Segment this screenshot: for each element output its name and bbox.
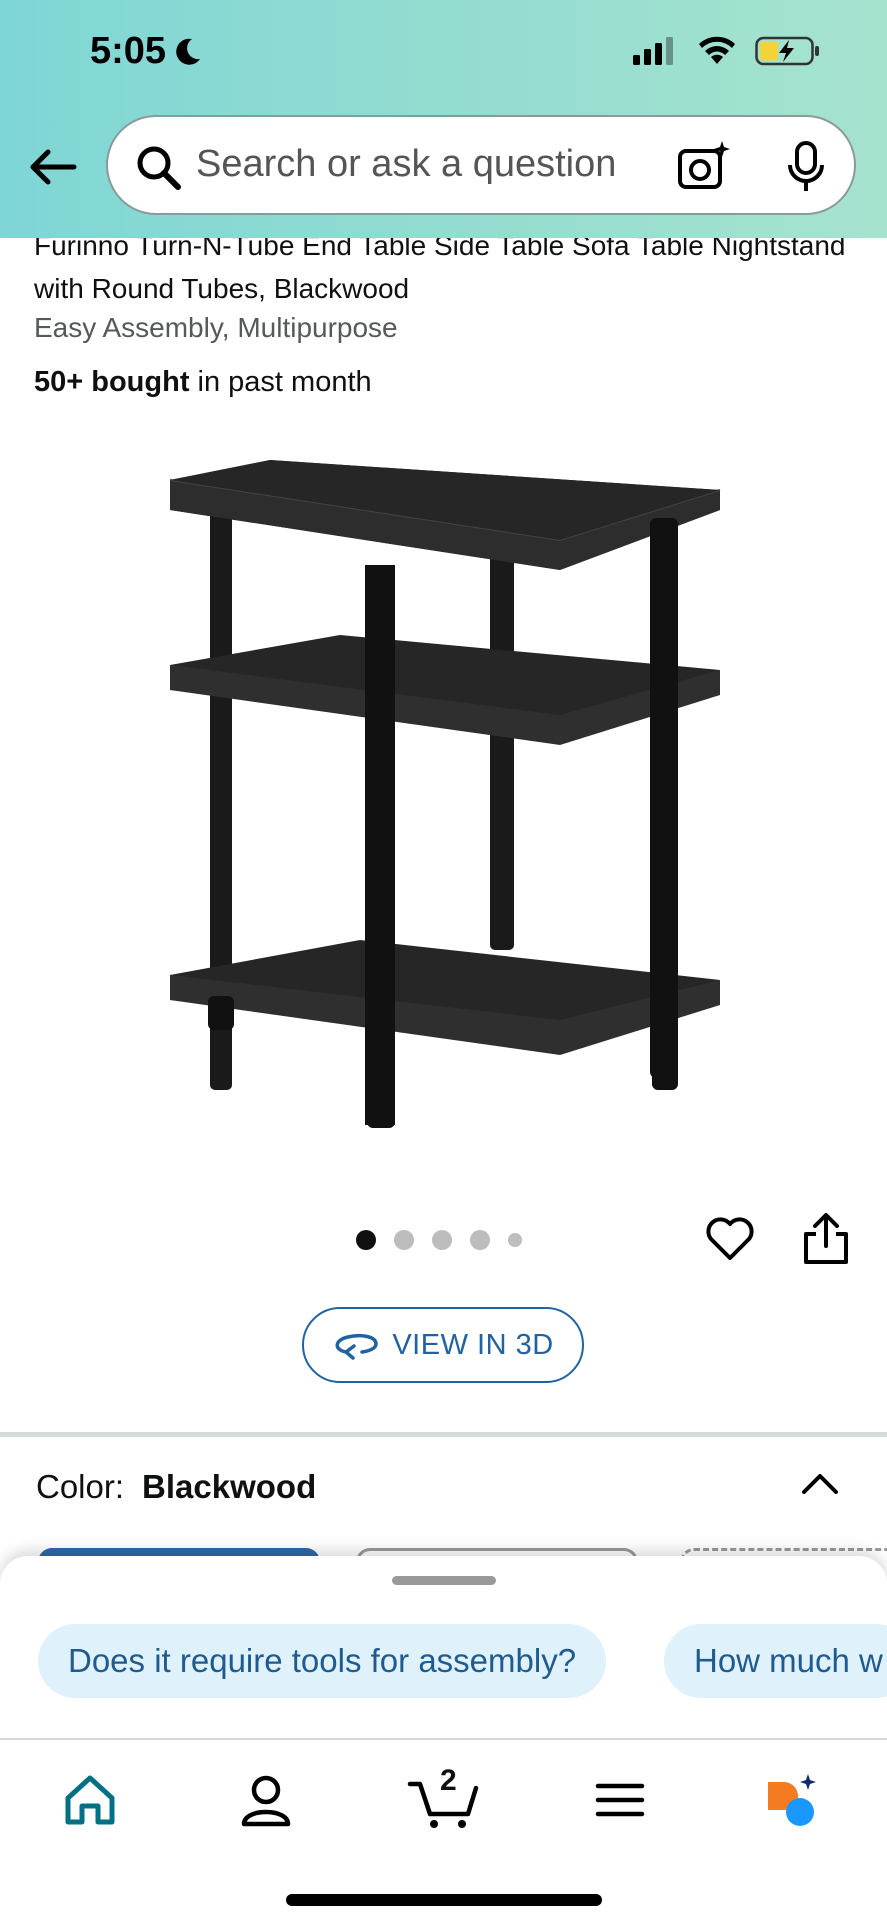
cart-count: 2 bbox=[440, 1764, 457, 1797]
bought-count-rest: in past month bbox=[189, 366, 372, 398]
cellular-signal-icon bbox=[633, 37, 673, 65]
camera-icon[interactable] bbox=[676, 139, 732, 195]
view-in-3d-label: VIEW IN 3D bbox=[392, 1328, 554, 1361]
product-image[interactable] bbox=[160, 440, 730, 1140]
home-icon[interactable] bbox=[60, 1770, 120, 1830]
color-label: Color: bbox=[36, 1468, 125, 1505]
search-input[interactable]: Search or ask a question bbox=[196, 143, 616, 186]
bottom-nav: 2 bbox=[0, 1738, 887, 1920]
wifi-icon bbox=[699, 36, 735, 64]
chevron-up-icon[interactable] bbox=[798, 1462, 842, 1506]
product-subtitle: Easy Assembly, Multipurpose bbox=[34, 312, 398, 343]
section-divider bbox=[0, 1432, 887, 1437]
moon-icon bbox=[176, 38, 201, 65]
page-dot-1[interactable] bbox=[356, 1230, 376, 1250]
battery-charging-icon bbox=[755, 36, 819, 66]
search-bar[interactable]: Search or ask a question bbox=[106, 115, 856, 215]
clock-text: 5:05 bbox=[90, 30, 167, 72]
color-value: Blackwood bbox=[142, 1468, 317, 1505]
home-indicator bbox=[286, 1894, 602, 1906]
page-dot-4[interactable] bbox=[470, 1230, 490, 1250]
heart-icon[interactable] bbox=[704, 1212, 756, 1264]
account-icon[interactable] bbox=[236, 1770, 296, 1830]
rufus-icon[interactable] bbox=[760, 1770, 820, 1830]
rotate-3d-icon bbox=[335, 1333, 379, 1360]
header: 5:05 Search or ask a question bbox=[0, 0, 887, 238]
image-pagination[interactable] bbox=[356, 1230, 522, 1250]
status-time: 5:05 bbox=[90, 30, 202, 73]
status-icons bbox=[633, 36, 821, 66]
mic-icon[interactable] bbox=[778, 139, 834, 195]
menu-icon[interactable] bbox=[590, 1770, 650, 1830]
page-dot-5[interactable] bbox=[508, 1233, 522, 1247]
bought-count-bold: 50+ bought bbox=[34, 366, 190, 398]
back-arrow-icon[interactable] bbox=[26, 140, 80, 194]
cart-button[interactable]: 2 bbox=[406, 1764, 482, 1830]
rufus-suggestions-sheet[interactable]: Does it require tools for assembly? How … bbox=[0, 1556, 887, 1740]
share-icon[interactable] bbox=[800, 1212, 852, 1266]
bought-count: 50+ bought in past month bbox=[34, 366, 372, 399]
search-icon bbox=[137, 146, 181, 190]
suggestion-chip[interactable]: Does it require tools for assembly? bbox=[38, 1624, 607, 1698]
sheet-handle[interactable] bbox=[392, 1576, 496, 1585]
color-selector[interactable]: Color: Blackwood bbox=[36, 1468, 316, 1506]
page-dot-3[interactable] bbox=[432, 1230, 452, 1250]
suggestion-chip[interactable]: How much w bbox=[664, 1624, 887, 1698]
view-in-3d-button[interactable]: VIEW IN 3D bbox=[302, 1307, 584, 1383]
page-dot-2[interactable] bbox=[394, 1230, 414, 1250]
